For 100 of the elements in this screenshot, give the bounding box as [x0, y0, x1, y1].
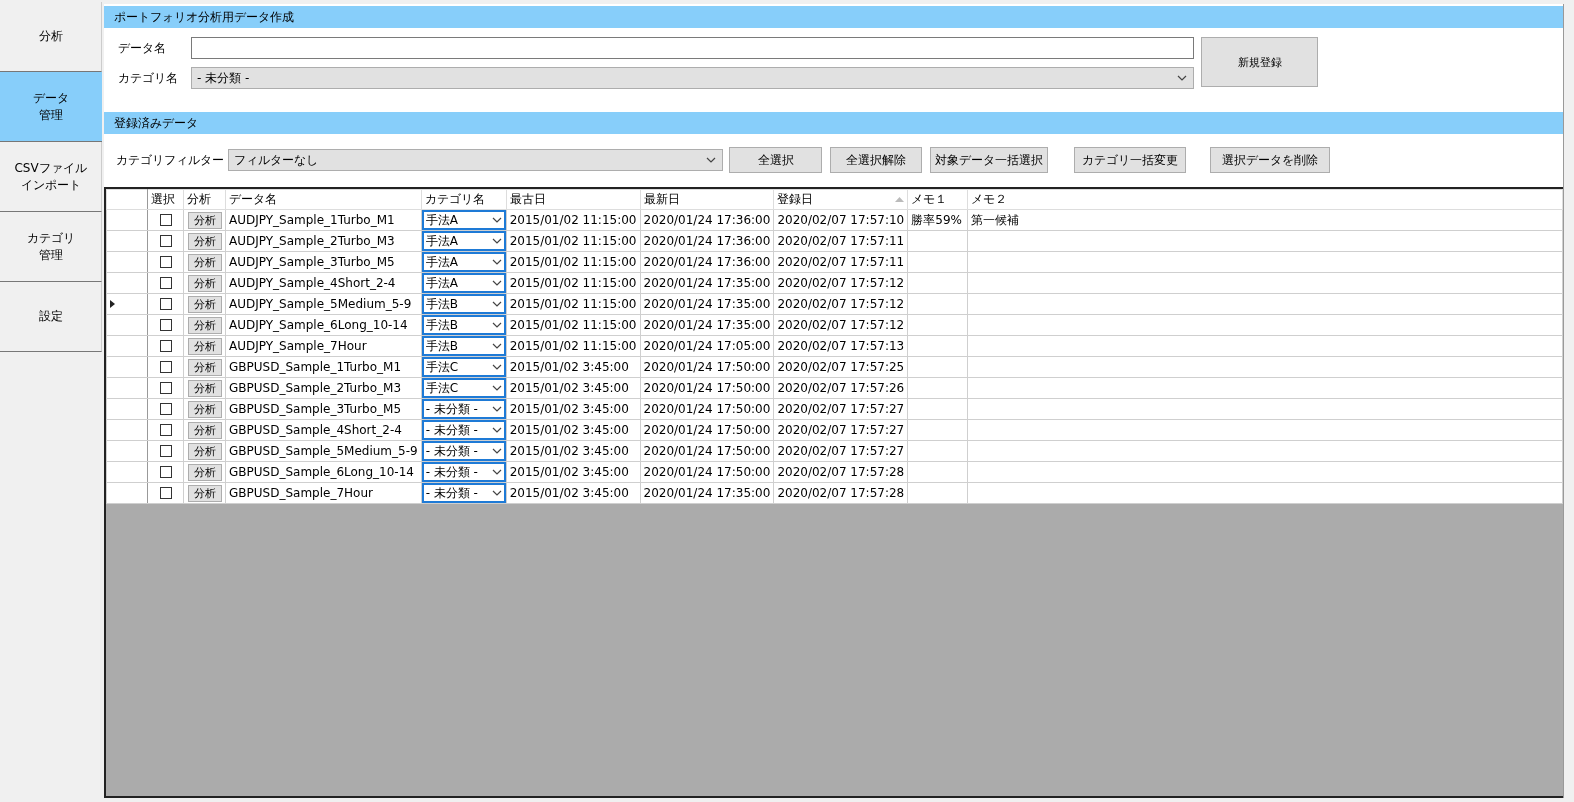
- category-dropdown[interactable]: 手法A: [421, 210, 506, 230]
- table-cell: 2020/01/24 17:35:00: [640, 272, 774, 294]
- category-dropdown[interactable]: 手法B: [421, 294, 506, 314]
- column-header[interactable]: 分析: [183, 189, 226, 210]
- table-cell: 2020/02/07 17:57:28: [773, 482, 908, 504]
- field-label: データ名: [117, 39, 167, 57]
- analyze-button[interactable]: 分析: [187, 337, 222, 355]
- section-title: ポートフォリオ分析用データ作成: [104, 6, 1563, 28]
- section-title: 登録済みデータ: [104, 112, 1563, 134]
- action-button[interactable]: 全選択: [729, 147, 822, 173]
- table-cell: 2020/02/07 17:57:28: [773, 461, 908, 483]
- sidebar-tab[interactable]: データ 管理: [0, 72, 102, 142]
- column-header[interactable]: メモ２: [967, 189, 1563, 210]
- analyze-button[interactable]: 分析: [187, 358, 222, 376]
- chevron-icon: [1177, 75, 1187, 81]
- table-cell: 2015/01/02 11:15:00: [506, 251, 640, 273]
- data-name-field[interactable]: [191, 37, 1194, 59]
- category-dropdown[interactable]: - 未分類 -: [191, 67, 1194, 89]
- checkbox[interactable]: [159, 298, 172, 310]
- table-cell: 2015/01/02 3:45:00: [506, 356, 640, 378]
- analyze-button[interactable]: 分析: [187, 463, 222, 481]
- table-cell: 2020/01/24 17:50:00: [640, 419, 774, 441]
- sort-ascending-icon: [895, 197, 905, 202]
- sidebar-tab[interactable]: カテゴリ 管理: [0, 212, 102, 282]
- checkbox[interactable]: [159, 319, 172, 331]
- column-header[interactable]: カテゴリ名: [421, 189, 507, 210]
- analyze-button[interactable]: 分析: [187, 316, 222, 334]
- checkbox[interactable]: [159, 466, 172, 478]
- checkbox[interactable]: [159, 424, 172, 436]
- table-cell: 2015/01/02 3:45:00: [506, 440, 640, 462]
- column-header[interactable]: データ名: [225, 189, 422, 210]
- filter-dropdown[interactable]: フィルターなし: [228, 149, 723, 171]
- table-cell: 2020/02/07 17:57:12: [773, 272, 908, 294]
- analyze-button[interactable]: 分析: [187, 379, 222, 397]
- checkbox[interactable]: [159, 256, 172, 268]
- category-dropdown[interactable]: - 未分類 -: [421, 441, 506, 461]
- category-dropdown[interactable]: 手法A: [421, 252, 506, 272]
- table-cell: GBPUSD_Sample_5Medium_5-9: [225, 440, 422, 462]
- chevron-icon: [491, 448, 502, 454]
- checkbox[interactable]: [159, 382, 172, 394]
- checkbox[interactable]: [159, 214, 172, 226]
- column-header[interactable]: 選択: [147, 189, 184, 210]
- column-header[interactable]: 登録日: [773, 189, 908, 210]
- analyze-button[interactable]: 分析: [187, 421, 222, 439]
- action-button[interactable]: 対象データ一括選択: [930, 147, 1048, 173]
- category-dropdown[interactable]: 手法B: [421, 336, 506, 356]
- table-cell: 2015/01/02 3:45:00: [506, 398, 640, 420]
- category-dropdown[interactable]: 手法A: [421, 273, 506, 293]
- checkbox[interactable]: [159, 340, 172, 352]
- sidebar-tab[interactable]: CSVファイル インポート: [0, 142, 102, 212]
- chevron-icon: [491, 217, 502, 223]
- column-header[interactable]: 最新日: [640, 189, 774, 210]
- analyze-button[interactable]: 分析: [187, 232, 222, 250]
- category-dropdown[interactable]: - 未分類 -: [421, 420, 506, 440]
- table-cell: 2015/01/02 11:15:00: [506, 335, 640, 357]
- table-cell: 第一候補: [967, 209, 1563, 231]
- checkbox[interactable]: [159, 235, 172, 247]
- analyze-button[interactable]: 分析: [187, 211, 222, 229]
- checkbox[interactable]: [159, 361, 172, 373]
- checkbox[interactable]: [159, 403, 172, 415]
- table-cell: AUDJPY_Sample_1Turbo_M1: [225, 209, 422, 231]
- chevron-icon: [491, 280, 502, 286]
- register-button[interactable]: 新規登録: [1201, 37, 1318, 87]
- action-button[interactable]: 全選択解除: [830, 147, 922, 173]
- sidebar-tab[interactable]: 設定: [0, 282, 102, 352]
- analyze-button[interactable]: 分析: [187, 400, 222, 418]
- table-cell: 2020/01/24 17:36:00: [640, 230, 774, 252]
- table-cell: 2020/02/07 17:57:13: [773, 335, 908, 357]
- checkbox[interactable]: [159, 277, 172, 289]
- category-dropdown[interactable]: - 未分類 -: [421, 399, 506, 419]
- table-cell: 2020/02/07 17:57:11: [773, 230, 908, 252]
- chevron-icon: [491, 364, 502, 370]
- analyze-button[interactable]: 分析: [187, 484, 222, 502]
- category-dropdown[interactable]: 手法B: [421, 315, 506, 335]
- table-cell: 2015/01/02 3:45:00: [506, 461, 640, 483]
- sidebar-tab[interactable]: 分析: [0, 2, 102, 72]
- table-cell: 2020/02/07 17:57:10: [773, 209, 908, 231]
- column-header[interactable]: 最古日: [506, 189, 640, 210]
- analyze-button[interactable]: 分析: [187, 274, 222, 292]
- table-cell: 2015/01/02 11:15:00: [506, 209, 640, 231]
- category-dropdown[interactable]: 手法C: [421, 357, 506, 377]
- category-dropdown[interactable]: - 未分類 -: [421, 483, 506, 503]
- table-cell: 勝率59%: [907, 209, 968, 231]
- analyze-button[interactable]: 分析: [187, 295, 222, 313]
- analyze-button[interactable]: 分析: [187, 442, 222, 460]
- chevron-icon: [491, 322, 502, 328]
- field-label: カテゴリ名: [117, 69, 179, 87]
- category-dropdown[interactable]: - 未分類 -: [421, 462, 506, 482]
- category-dropdown[interactable]: 手法C: [421, 378, 506, 398]
- table-cell: 2020/02/07 17:57:25: [773, 356, 908, 378]
- analyze-button[interactable]: 分析: [187, 253, 222, 271]
- table-cell: 2020/01/24 17:50:00: [640, 461, 774, 483]
- category-dropdown[interactable]: 手法A: [421, 231, 506, 251]
- action-button[interactable]: 選択データを削除: [1210, 147, 1330, 173]
- checkbox[interactable]: [159, 445, 172, 457]
- table-cell: GBPUSD_Sample_3Turbo_M5: [225, 398, 422, 420]
- action-button[interactable]: カテゴリ一括変更: [1074, 147, 1186, 173]
- column-header[interactable]: メモ１: [907, 189, 968, 210]
- table-cell: 2015/01/02 3:45:00: [506, 482, 640, 504]
- checkbox[interactable]: [159, 487, 172, 499]
